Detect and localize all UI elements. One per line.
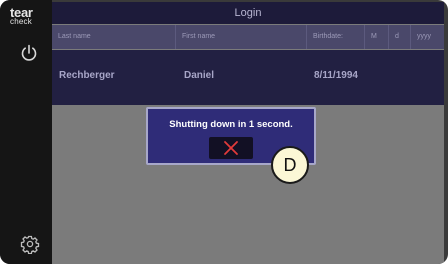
table-row[interactable]: Rechberger Daniel 8/11/1994	[52, 50, 444, 105]
sidebar: tear check	[0, 0, 52, 264]
column-birthdate: Birthdate:	[307, 25, 365, 49]
annotation-badge: D	[271, 146, 309, 184]
table-header: Last name First name Birthdate: M d yyyy	[52, 25, 444, 49]
dialog-message: Shutting down in 1 second.	[169, 119, 293, 130]
window-title: Login	[52, 2, 444, 24]
column-year: yyyy	[417, 33, 431, 40]
cancel-shutdown-button[interactable]	[209, 137, 253, 159]
device-frame: tear check Login Last name First name Bi…	[0, 0, 448, 264]
gear-icon[interactable]	[20, 234, 40, 255]
column-first-name: First name	[176, 25, 307, 49]
power-icon[interactable]	[19, 43, 39, 63]
column-month: M	[365, 25, 389, 49]
tearcheck-logo: tear check	[10, 6, 44, 26]
cell-first-name: Daniel	[184, 70, 215, 81]
close-icon	[224, 141, 238, 155]
logo-line-2: check	[10, 17, 32, 26]
column-day: d	[389, 25, 411, 49]
cell-birthdate: 8/11/1994	[314, 70, 358, 81]
cell-last-name: Rechberger	[59, 70, 115, 81]
column-last-name: Last name	[52, 25, 176, 49]
